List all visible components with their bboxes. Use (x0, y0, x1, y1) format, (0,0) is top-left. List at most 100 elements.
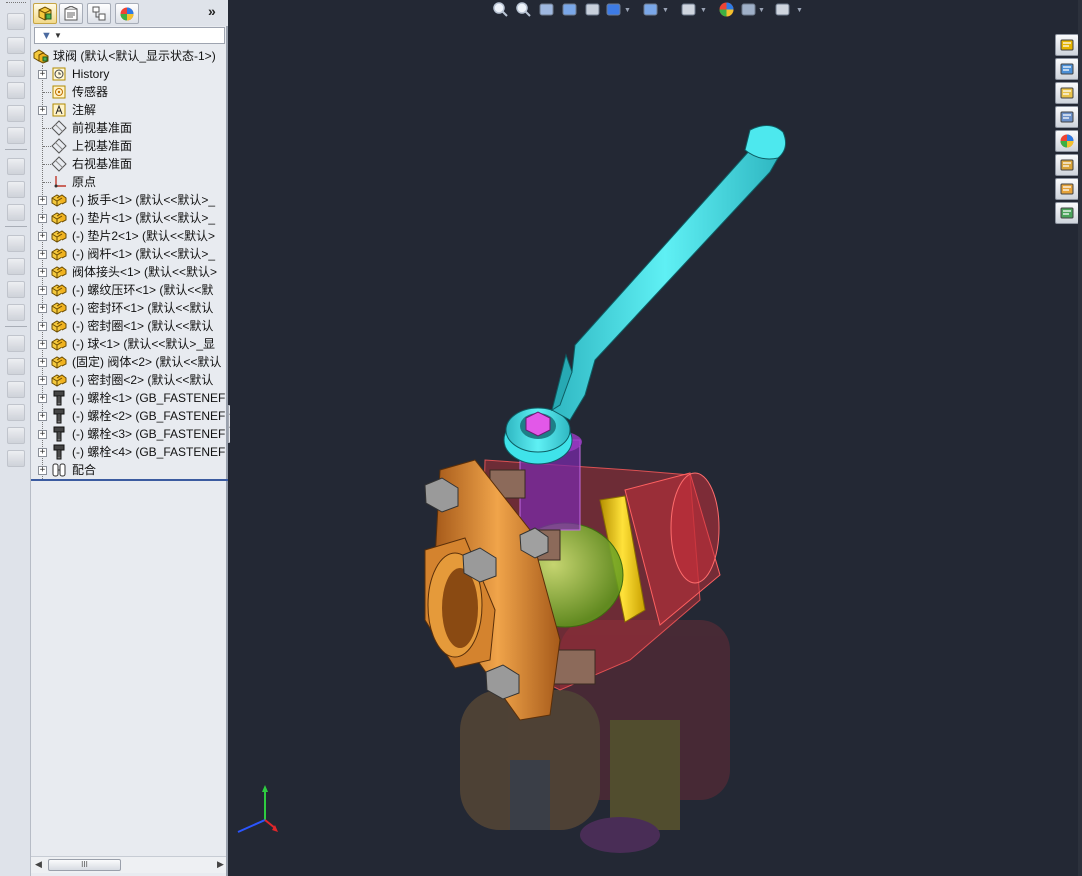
tree-node-label: (-) 密封圈<1> (默认<<默认 (72, 319, 214, 333)
history-icon (52, 67, 66, 81)
command-icon[interactable] (7, 60, 25, 77)
tree-node[interactable]: + (-) 密封圈<1> (默认<<默认 (31, 317, 228, 335)
tree-node[interactable]: + History (31, 65, 228, 83)
tree-node[interactable]: 前视基准面 (31, 119, 228, 137)
tree-node[interactable]: + (-) 垫片<1> (默认<<默认>_ (31, 209, 228, 227)
featuremanager-tree-tab[interactable] (33, 3, 57, 24)
command-icon[interactable] (7, 335, 25, 352)
displaymanager-tab[interactable] (115, 3, 139, 24)
funnel-icon: ▼ (41, 30, 52, 42)
expand-toggle-icon[interactable]: + (38, 268, 47, 277)
expand-toggle-icon[interactable]: + (38, 304, 47, 313)
graphics-area[interactable]: ▼ ▼ ▼ ▼ ▼ (230, 0, 1082, 876)
chevron-down-icon[interactable]: ▼ (54, 31, 62, 40)
command-icon[interactable] (7, 258, 25, 275)
part-icon (51, 338, 67, 351)
tree-node[interactable]: + (-) 密封环<1> (默认<<默认 (31, 299, 228, 317)
tree-node[interactable]: + (-) 螺栓<2> (GB_FASTENEF (31, 407, 228, 425)
command-icon[interactable] (7, 358, 25, 375)
open-file-tab[interactable] (1055, 178, 1079, 200)
tree-node-label: (-) 垫片<1> (默认<<默认>_ (72, 211, 216, 225)
expand-toggle-icon[interactable]: + (38, 106, 47, 115)
design-library-tab[interactable] (1055, 58, 1079, 80)
forum-icon (1060, 207, 1074, 219)
expand-toggle-icon[interactable]: + (38, 286, 47, 295)
expand-toggle-icon[interactable]: + (38, 340, 47, 349)
scroll-right-icon[interactable]: ▶ (217, 859, 224, 870)
expand-toggle-icon[interactable]: + (38, 214, 47, 223)
expand-toggle-icon[interactable]: + (38, 448, 47, 457)
solidworks-resources-icon (1060, 39, 1074, 51)
command-icon[interactable] (7, 37, 25, 54)
tree-node-label: 前视基准面 (72, 121, 133, 135)
tree-node[interactable]: + 配合 (31, 461, 228, 479)
tree-node-label: 配合 (72, 463, 97, 477)
tree-node[interactable]: 上视基准面 (31, 137, 228, 155)
expand-toggle-icon[interactable]: + (38, 358, 47, 367)
command-icon[interactable] (7, 281, 25, 298)
tree-node[interactable]: + (-) 螺栓<4> (GB_FASTENEF (31, 443, 228, 461)
panel-expand-button[interactable]: » (208, 3, 216, 19)
tree-node[interactable]: + (-) 螺栓<3> (GB_FASTENEF (31, 425, 228, 443)
view-palette-tab[interactable] (1055, 106, 1079, 128)
forum-tab[interactable] (1055, 202, 1079, 224)
command-icon[interactable] (7, 82, 25, 99)
tree-node[interactable]: + (固定) 阀体<2> (默认<<默认 (31, 353, 228, 371)
command-icon[interactable] (7, 304, 25, 321)
tree-node[interactable]: + (-) 阀杆<1> (默认<<默认>_ (31, 245, 228, 263)
tree-node[interactable]: + (-) 扳手<1> (默认<<默认>_ (31, 191, 228, 209)
solidworks-resources-tab[interactable] (1055, 34, 1079, 56)
expand-toggle-icon[interactable]: + (38, 412, 47, 421)
command-icon[interactable] (7, 381, 25, 398)
tree-node[interactable]: + (-) 密封圈<2> (默认<<默认 (31, 371, 228, 389)
command-icon[interactable] (7, 127, 25, 144)
assembly-icon (33, 49, 49, 64)
bolt-icon (53, 426, 65, 442)
bolt-icon (53, 390, 65, 406)
toolbar-grip[interactable] (6, 2, 26, 5)
expand-toggle-icon[interactable]: + (38, 466, 47, 475)
tree-node-label: 右视基准面 (72, 157, 133, 171)
tree-node[interactable]: + (-) 垫片2<1> (默认<<默认> (31, 227, 228, 245)
expand-toggle-icon[interactable]: + (38, 376, 47, 385)
tree-node[interactable]: 右视基准面 (31, 155, 228, 173)
command-icon[interactable] (7, 235, 25, 252)
expand-toggle-icon[interactable]: + (38, 232, 47, 241)
tree-node-label: History (72, 67, 110, 81)
file-explorer-tab[interactable] (1055, 82, 1079, 104)
propertymanager-tab[interactable] (59, 3, 83, 24)
expand-toggle-icon[interactable]: + (38, 70, 47, 79)
expand-toggle-icon[interactable]: + (38, 250, 47, 259)
tree-node[interactable]: 传感器 (31, 83, 228, 101)
tree-root[interactable]: 球阀 (默认<默认_显示状态-1>) (31, 47, 228, 65)
expand-toggle-icon[interactable]: + (38, 394, 47, 403)
tree-root-label: 球阀 (默认<默认_显示状态-1>) (53, 49, 216, 63)
ball-valve-model[interactable] (230, 0, 1082, 876)
tree-node[interactable]: + (-) 螺纹压环<1> (默认<<默 (31, 281, 228, 299)
command-icon[interactable] (7, 13, 25, 30)
horizontal-scrollbar[interactable]: ◀ III ▶ (31, 856, 226, 873)
tree-node-label: (-) 阀杆<1> (默认<<默认>_ (72, 247, 216, 261)
command-icon[interactable] (7, 105, 25, 122)
command-icon[interactable] (7, 204, 25, 221)
tree-node[interactable]: + 阀体接头<1> (默认<<默认> (31, 263, 228, 281)
scroll-thumb[interactable]: III (48, 859, 121, 871)
expand-toggle-icon[interactable]: + (38, 430, 47, 439)
handle-lever (551, 125, 787, 421)
command-icon[interactable] (7, 181, 25, 198)
tree-node[interactable]: + (-) 螺栓<1> (GB_FASTENEF (31, 389, 228, 407)
command-icon[interactable] (7, 427, 25, 444)
custom-properties-tab[interactable] (1055, 154, 1079, 176)
configurationmanager-tab[interactable] (87, 3, 111, 24)
feature-filter-input[interactable]: ▼ ▼ (34, 27, 225, 44)
appearances-tab[interactable] (1055, 130, 1079, 152)
command-icon[interactable] (7, 450, 25, 467)
tree-node[interactable]: 原点 (31, 173, 228, 191)
tree-node[interactable]: + 注解 (31, 101, 228, 119)
command-icon[interactable] (7, 158, 25, 175)
tree-node[interactable]: + (-) 球<1> (默认<<默认>_显 (31, 335, 228, 353)
command-icon[interactable] (7, 404, 25, 421)
expand-toggle-icon[interactable]: + (38, 322, 47, 331)
expand-toggle-icon[interactable]: + (38, 196, 47, 205)
scroll-left-icon[interactable]: ◀ (35, 859, 42, 870)
